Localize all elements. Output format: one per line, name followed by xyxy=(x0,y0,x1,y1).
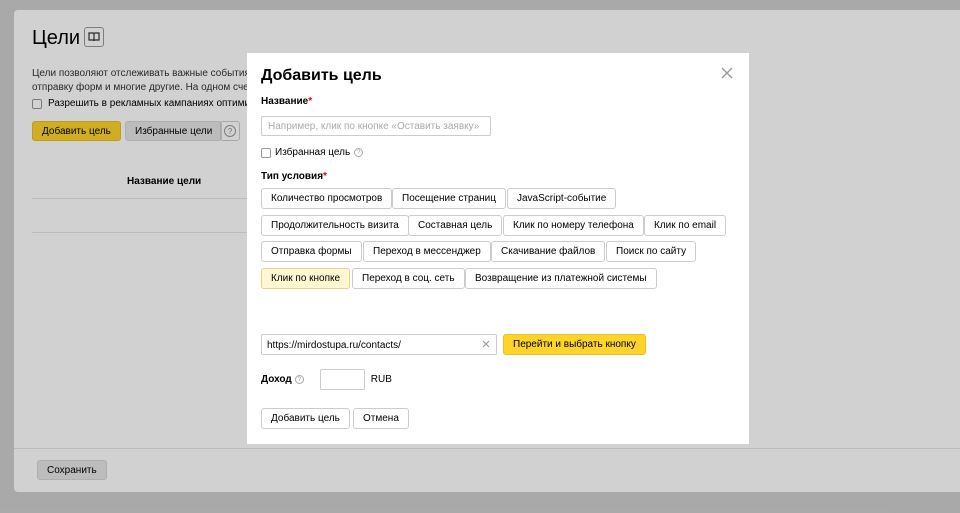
condition-tag-file-download[interactable]: Скачивание файлов xyxy=(491,241,606,262)
name-label: Название* xyxy=(261,96,312,107)
modal-title: Добавить цель xyxy=(261,67,382,84)
go-select-button[interactable]: Перейти и выбрать кнопку xyxy=(503,334,646,355)
condition-tag-site-search[interactable]: Поиск по сайту xyxy=(606,241,697,262)
condition-type-label: Тип условия* xyxy=(261,171,327,182)
income-input[interactable] xyxy=(319,369,365,390)
condition-tag-visit-duration[interactable]: Продолжительность визита xyxy=(261,215,409,236)
condition-tag-button-click[interactable]: Клик по кнопке xyxy=(261,268,351,289)
cancel-button[interactable]: Отмена xyxy=(353,408,409,429)
favorite-goal-checkbox[interactable] xyxy=(261,147,271,158)
add-goal-modal: Добавить цель Название* Избранная цель ?… xyxy=(247,53,749,444)
add-goal-button[interactable]: Добавить цель xyxy=(261,408,350,429)
condition-tag-social[interactable]: Переход в соц. сеть xyxy=(352,268,465,289)
favorite-goal-row[interactable]: Избранная цель ? xyxy=(261,147,364,158)
condition-tag-js-event[interactable]: JavaScript-событие xyxy=(507,188,617,209)
question-icon[interactable]: ? xyxy=(294,375,304,384)
income-row: Доход ? RUB xyxy=(261,369,392,390)
condition-tag-form-submit[interactable]: Отправка формы xyxy=(261,241,362,262)
condition-tag-page-visit[interactable]: Посещение страниц xyxy=(392,188,506,209)
page-url-input[interactable] xyxy=(262,336,472,355)
condition-tag-phone-click[interactable]: Клик по номеру телефона xyxy=(503,215,644,236)
favorite-goal-label: Избранная цель xyxy=(275,147,351,158)
name-label-text: Название xyxy=(261,96,309,107)
currency-label: RUB xyxy=(370,374,392,385)
condition-tag-composite[interactable]: Составная цель xyxy=(408,215,503,236)
required-mark: * xyxy=(323,171,327,182)
condition-tag-pageviews[interactable]: Количество просмотров xyxy=(261,188,393,209)
condition-type-label-text: Тип условия xyxy=(261,171,324,182)
close-icon[interactable] xyxy=(720,66,734,80)
condition-tag-email-click[interactable]: Клик по email xyxy=(644,215,727,236)
question-icon[interactable]: ? xyxy=(354,148,364,157)
url-input-wrapper[interactable] xyxy=(261,334,497,355)
goal-name-input[interactable] xyxy=(261,116,491,136)
condition-tag-messenger[interactable]: Переход в мессенджер xyxy=(363,241,491,262)
clear-icon[interactable] xyxy=(481,339,491,349)
required-mark: * xyxy=(308,96,313,107)
condition-tag-payment-return[interactable]: Возвращение из платежной системы xyxy=(465,268,657,289)
income-label: Доход xyxy=(261,374,292,385)
